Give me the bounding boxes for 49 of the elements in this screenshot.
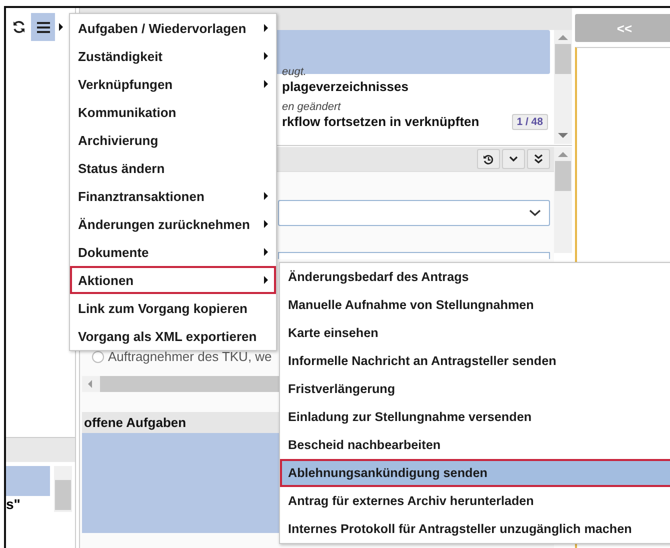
refresh-icon[interactable]: [12, 20, 26, 34]
menu-item[interactable]: Finanztransaktionen: [70, 182, 276, 210]
menu-item[interactable]: Informelle Nachricht an Antragsteller senden: [280, 347, 670, 375]
double-chevron-down-icon: [534, 154, 543, 164]
menu-item[interactable]: Einladung zur Stellungnahme versenden: [280, 403, 670, 431]
radio-label: Auftragnehmer des TKU, we: [108, 349, 272, 364]
menu-item[interactable]: Internes Protokoll für Antragsteller unzugänglich machen: [280, 515, 670, 543]
menu-item[interactable]: Manuelle Aufnahme von Stellungnahmen: [280, 291, 670, 319]
dropdown-field[interactable]: [278, 200, 550, 226]
collapse-all-button[interactable]: [527, 149, 550, 169]
scrollbar[interactable]: [82, 376, 282, 392]
menu-item[interactable]: Antrag für externes Archiv herunterladen: [280, 487, 670, 515]
row-text: s": [6, 496, 22, 512]
menu-item[interactable]: Vorgang als XML exportieren: [70, 322, 276, 350]
history-icon: [483, 154, 494, 164]
input-field[interactable]: [278, 252, 550, 259]
scrollbar[interactable]: [54, 466, 72, 512]
menu-item[interactable]: Status ändern: [70, 154, 276, 182]
menu-item[interactable]: Verknüpfungen: [70, 70, 276, 98]
chevron-down-icon: [509, 156, 518, 162]
caret-icon: [59, 23, 63, 31]
entry-title: rkflow fortsetzen in verknüpften: [282, 114, 480, 130]
panel-title: offene Aufgaben: [82, 412, 282, 433]
menu-item[interactable]: Kommunikation: [70, 98, 276, 126]
menu-item[interactable]: Änderungen zurücknehmen: [70, 210, 276, 238]
history-button[interactable]: [477, 149, 500, 169]
page-counter: 1 / 48: [512, 114, 548, 130]
menu-icon: [36, 22, 50, 32]
menu-item[interactable]: Aktionen: [70, 266, 276, 294]
menu-button[interactable]: [31, 13, 55, 41]
radio-button[interactable]: [92, 350, 104, 362]
panel-header: [6, 438, 75, 462]
menu-item[interactable]: Dokumente: [70, 238, 276, 266]
collapse-button[interactable]: [502, 149, 525, 169]
menu-item[interactable]: Archivierung: [70, 126, 276, 154]
chevron-down-icon: [529, 209, 541, 217]
scrollbar[interactable]: [554, 30, 572, 144]
menu-item[interactable]: Ablehnungsankündigung senden: [280, 459, 670, 487]
menu-item[interactable]: Zuständigkeit: [70, 42, 276, 70]
entry-note: en geändert: [282, 101, 342, 114]
menu-item[interactable]: Bescheid nachbearbeiten: [280, 431, 670, 459]
menu-item[interactable]: Fristverlängerung: [280, 375, 670, 403]
menu-item[interactable]: Karte einsehen: [280, 319, 670, 347]
menu-item[interactable]: Änderungsbedarf des Antrags: [280, 263, 670, 291]
scrollbar[interactable]: [554, 147, 572, 253]
menu-item[interactable]: Aufgaben / Wiedervorlagen: [70, 14, 276, 42]
menu-item[interactable]: Link zum Vorgang kopieren: [70, 294, 276, 322]
entry-note: eugt.: [282, 66, 308, 79]
entry-title: plageverzeichnisses: [282, 79, 408, 95]
